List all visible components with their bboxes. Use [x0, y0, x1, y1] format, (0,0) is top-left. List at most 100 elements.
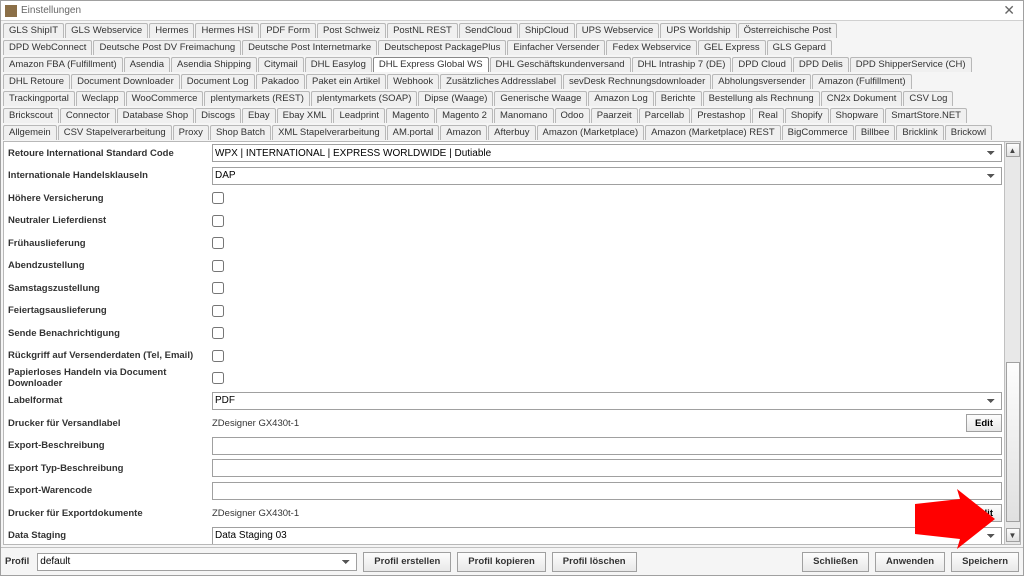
tab-shipcloud[interactable]: ShipCloud: [519, 23, 575, 38]
tab-shop-batch[interactable]: Shop Batch: [210, 125, 271, 140]
tab-magento[interactable]: Magento: [386, 108, 435, 123]
tab-deutschepost-packageplus[interactable]: Deutschepost PackagePlus: [378, 40, 506, 55]
scroll-up-icon[interactable]: ▲: [1006, 143, 1020, 157]
tab-dpd-cloud[interactable]: DPD Cloud: [732, 57, 792, 72]
tab-berichte[interactable]: Berichte: [655, 91, 702, 106]
tab-document-log[interactable]: Document Log: [181, 74, 255, 89]
tab-am-portal[interactable]: AM.portal: [387, 125, 440, 140]
tab-gel-express[interactable]: GEL Express: [698, 40, 766, 55]
tab-leadprint[interactable]: Leadprint: [333, 108, 385, 123]
input-export-warencode[interactable]: [212, 482, 1002, 500]
tab-bricklink[interactable]: Bricklink: [896, 125, 943, 140]
input-export-typ[interactable]: [212, 459, 1002, 477]
checkbox-hoehere-versicherung[interactable]: [212, 192, 224, 204]
tab-real[interactable]: Real: [752, 108, 784, 123]
vertical-scrollbar[interactable]: ▲ ▼: [1004, 142, 1020, 544]
tab-hermes[interactable]: Hermes: [149, 23, 194, 38]
tab-generische-waage[interactable]: Generische Waage: [494, 91, 587, 106]
tab-deutsche-post-dv-freimachung[interactable]: Deutsche Post DV Freimachung: [93, 40, 241, 55]
tab-asendia-shipping[interactable]: Asendia Shipping: [171, 57, 257, 72]
tab-gls-webservice[interactable]: GLS Webservice: [65, 23, 148, 38]
tab-dpd-shipperservice-ch-[interactable]: DPD ShipperService (CH): [850, 57, 972, 72]
tab-fedex-webservice[interactable]: Fedex Webservice: [606, 40, 697, 55]
tab-bestellung-als-rechnung[interactable]: Bestellung als Rechnung: [703, 91, 820, 106]
tab-amazon-marketplace-rest[interactable]: Amazon (Marketplace) REST: [645, 125, 781, 140]
tab-postnl-rest[interactable]: PostNL REST: [387, 23, 458, 38]
input-export-beschreibung[interactable]: [212, 437, 1002, 455]
tab-pakadoo[interactable]: Pakadoo: [256, 74, 306, 89]
tab-paarzeit[interactable]: Paarzeit: [591, 108, 638, 123]
checkbox-abendzustellung[interactable]: [212, 260, 224, 272]
tab-plentymarkets-soap-[interactable]: plentymarkets (SOAP): [311, 91, 418, 106]
tab-ups-worldship[interactable]: UPS Worldship: [660, 23, 736, 38]
checkbox-samstagszustellung[interactable]: [212, 282, 224, 294]
tab-dhl-express-global-ws[interactable]: DHL Express Global WS: [373, 57, 489, 72]
schliessen-button[interactable]: Schließen: [802, 552, 869, 572]
tab-amazon-fba-fulfillment-[interactable]: Amazon FBA (Fulfillment): [3, 57, 123, 72]
checkbox-neutraler-lieferdienst[interactable]: [212, 215, 224, 227]
tab-smartstore-net[interactable]: SmartStore.NET: [885, 108, 967, 123]
tab-plentymarkets-rest-[interactable]: plentymarkets (REST): [204, 91, 309, 106]
tab-gls-shipit[interactable]: GLS ShipIT: [3, 23, 64, 38]
tab-post-schweiz[interactable]: Post Schweiz: [317, 23, 386, 38]
tab-cn2x-dokument[interactable]: CN2x Dokument: [821, 91, 903, 106]
speichern-button[interactable]: Speichern: [951, 552, 1019, 572]
tab-odoo[interactable]: Odoo: [555, 108, 590, 123]
tab-shopware[interactable]: Shopware: [830, 108, 885, 123]
tab-zus-tzliches-addresslabel[interactable]: Zusätzliches Addresslabel: [440, 74, 562, 89]
tab-sevdesk-rechnungsdownloader[interactable]: sevDesk Rechnungsdownloader: [563, 74, 711, 89]
tab-trackingportal[interactable]: Trackingportal: [3, 91, 75, 106]
checkbox-fruehauslieferung[interactable]: [212, 237, 224, 249]
tab-webhook[interactable]: Webhook: [387, 74, 439, 89]
tab-einfacher-versender[interactable]: Einfacher Versender: [507, 40, 605, 55]
tab-amazon-log[interactable]: Amazon Log: [588, 91, 653, 106]
tab-amazon-marketplace-[interactable]: Amazon (Marketplace): [537, 125, 645, 140]
tab-afterbuy[interactable]: Afterbuy: [488, 125, 535, 140]
anwenden-button[interactable]: Anwenden: [875, 552, 945, 572]
tab-woocommerce[interactable]: WooCommerce: [126, 91, 204, 106]
edit-drucker-versandlabel-button[interactable]: Edit: [966, 414, 1002, 432]
tab-document-downloader[interactable]: Document Downloader: [71, 74, 180, 89]
select-handelsklauseln[interactable]: DAP: [212, 167, 1002, 185]
select-labelformat[interactable]: PDF: [212, 392, 1002, 410]
tab-asendia[interactable]: Asendia: [124, 57, 170, 72]
select-retoure-code[interactable]: WPX | INTERNATIONAL | EXPRESS WORLDWIDE …: [212, 144, 1002, 162]
tab-csv-stapelverarbeitung[interactable]: CSV Stapelverarbeitung: [58, 125, 172, 140]
profil-select[interactable]: default: [37, 553, 357, 571]
tab-ebay[interactable]: Ebay: [242, 108, 276, 123]
tab-dhl-retoure[interactable]: DHL Retoure: [3, 74, 70, 89]
tab-deutsche-post-internetmarke[interactable]: Deutsche Post Internetmarke: [242, 40, 377, 55]
profil-erstellen-button[interactable]: Profil erstellen: [363, 552, 451, 572]
profil-kopieren-button[interactable]: Profil kopieren: [457, 552, 546, 572]
tab-bigcommerce[interactable]: BigCommerce: [782, 125, 854, 140]
tab-prestashop[interactable]: Prestashop: [691, 108, 751, 123]
tab-connector[interactable]: Connector: [60, 108, 116, 123]
tab-dipse-waage-[interactable]: Dipse (Waage): [418, 91, 493, 106]
tab-csv-log[interactable]: CSV Log: [903, 91, 953, 106]
scroll-down-icon[interactable]: ▼: [1006, 528, 1020, 542]
tab-proxy[interactable]: Proxy: [173, 125, 209, 140]
tab-citymail[interactable]: Citymail: [258, 57, 304, 72]
tab-billbee[interactable]: Billbee: [855, 125, 896, 140]
tab-gls-gepard[interactable]: GLS Gepard: [767, 40, 832, 55]
tab-dpd-webconnect[interactable]: DPD WebConnect: [3, 40, 92, 55]
checkbox-sende-benachrichtigung[interactable]: [212, 327, 224, 339]
tab-shopify[interactable]: Shopify: [785, 108, 829, 123]
tab-sendcloud[interactable]: SendCloud: [459, 23, 518, 38]
tab-dhl-easylog[interactable]: DHL Easylog: [305, 57, 372, 72]
tab-pdf-form[interactable]: PDF Form: [260, 23, 316, 38]
checkbox-papierlos[interactable]: [212, 372, 224, 384]
tab-abholungsversender[interactable]: Abholungsversender: [712, 74, 811, 89]
tab-database-shop[interactable]: Database Shop: [117, 108, 195, 123]
tab-brickowl[interactable]: Brickowl: [945, 125, 992, 140]
tab-dhl-intraship-7-de-[interactable]: DHL Intraship 7 (DE): [632, 57, 732, 72]
tab-weclapp[interactable]: Weclapp: [76, 91, 125, 106]
tab-parcellab[interactable]: Parcellab: [639, 108, 691, 123]
select-data-staging[interactable]: Data Staging 03: [212, 527, 1002, 544]
tab-discogs[interactable]: Discogs: [195, 108, 241, 123]
tab--sterreichische-post[interactable]: Österreichische Post: [738, 23, 838, 38]
tab-ups-webservice[interactable]: UPS Webservice: [576, 23, 660, 38]
edit-drucker-export-button[interactable]: Edit: [966, 504, 1002, 522]
tab-allgemein[interactable]: Allgemein: [3, 125, 57, 140]
tab-ebay-xml[interactable]: Ebay XML: [277, 108, 333, 123]
